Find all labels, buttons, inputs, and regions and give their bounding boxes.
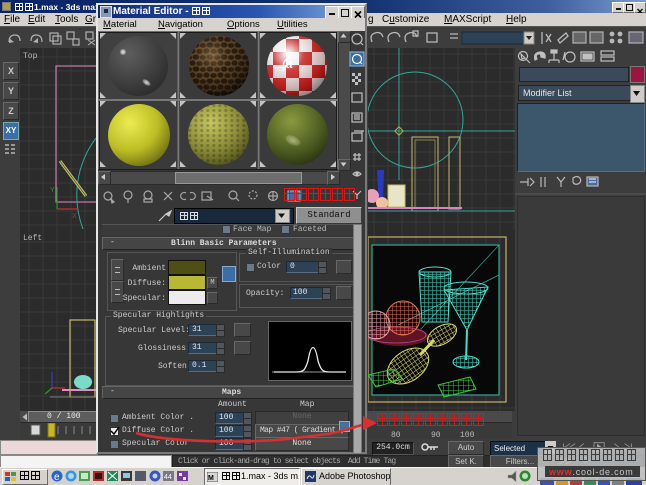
svg-text:Top: Top — [23, 52, 38, 61]
svg-text:X: X — [72, 213, 77, 220]
svg-text:44: 44 — [164, 474, 172, 481]
svg-text:Y: Y — [50, 187, 55, 194]
svg-text:Left: Left — [23, 234, 42, 243]
svg-text:e: e — [54, 472, 60, 483]
svg-text:M: M — [208, 475, 214, 482]
